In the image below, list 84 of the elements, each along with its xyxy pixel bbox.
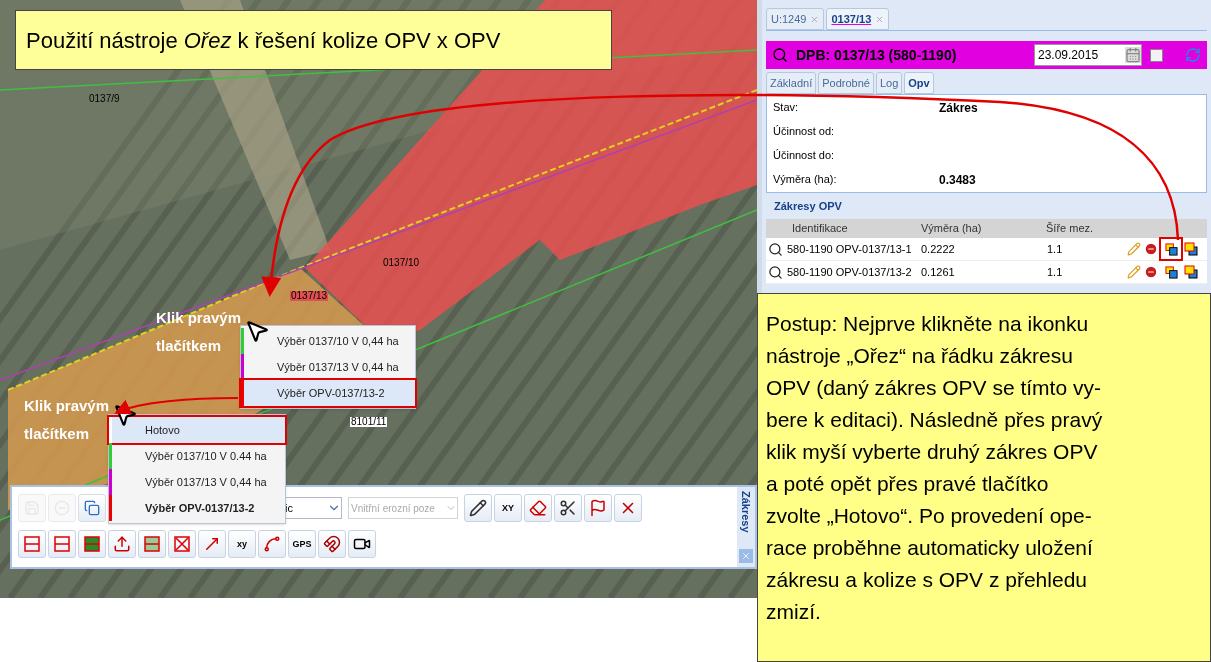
field-label: Výměra (ha): [773,172,838,188]
table-cell-text: 0.1261 [921,264,956,280]
date-field[interactable]: 23.09.2015 [1034,44,1142,66]
close-icon [741,551,751,561]
magnet-icon [323,535,341,553]
checkbox[interactable] [1150,48,1163,62]
crossed-square-icon [173,535,191,553]
detail-tab[interactable]: Opv [904,72,934,94]
annotation-text: Klik pravým tlačítkem [24,396,110,444]
field-label: Účinnost od: [773,124,836,140]
shape-x-tool-button[interactable] [168,530,196,558]
column-header: Šíře mez. [1046,221,1094,237]
column-header: Výměra (ha) [921,221,983,237]
curve-icon [263,535,281,553]
nodes-tool-button[interactable] [258,530,286,558]
arrow-icon [203,535,221,553]
delete-icon[interactable] [1144,242,1158,256]
polygon-icon [53,535,71,553]
polygon-icon [143,535,161,553]
zoom-icon[interactable] [768,241,783,257]
instruction-text: Postup: Nejprve klikněte na ikonku nástroje „Ořez“ na řádku zákresu OPV (daný zákres OPV se tímto vy- bere k editaci). Následně přes pravý klik myší vyberte druhý zákres OPV a poté opět přes pravé tlačítko zvolte „Hotovo“. Po provedení ope- race proběhne automaticky uložení zákresu a kolize s OPV z přehledu zmizí. [766,311,1104,625]
table-cell-text: 580-1190 OPV-0137/13-2 [787,264,913,280]
menu-item[interactable]: Výběr 0137/10 V 0.44 ha [109,443,285,469]
parcel-label: 0137/13 [290,291,329,301]
upload-icon [113,535,131,553]
delete-icon[interactable] [1144,265,1158,279]
parcel-label: 8101/11 [350,417,388,427]
menu-item[interactable]: Výběr 0137/10 V 0,44 ha [241,328,415,354]
eraser-icon [529,499,547,517]
overlap-squares-icon [1164,242,1178,256]
overlap-squares-icon [1164,265,1178,279]
table-cell-text: 580-1190 OPV-0137/13-1 [787,241,913,257]
detail-tab[interactable]: Základní [766,72,817,94]
callout-title: Použití nástroje Ořez k řešení kolize OPV x OPV [26,26,501,55]
menu-item[interactable]: Hotovo [109,417,285,443]
field-value: Zákres [939,99,978,117]
field-label: Účinnost do: [773,148,836,164]
polygon-icon [83,535,101,553]
search-icon[interactable] [772,47,788,63]
windows-button[interactable] [78,494,106,522]
gps-tool-button[interactable]: GPS [288,530,316,558]
field-label: Stav: [773,100,800,116]
cross-tool-button[interactable] [614,494,642,522]
pencil-icon [469,499,487,517]
scissors-icon [559,499,577,517]
merge-squares-icon[interactable] [1184,265,1198,279]
record-tab[interactable]: 0137/13 [826,8,890,30]
cut-tool-button[interactable] [1161,239,1181,259]
field-value: 0.3483 [939,171,976,189]
record-tab[interactable]: U:1249 [766,8,825,30]
table-cell-text: 1.1 [1047,264,1064,280]
magnet-tool-button[interactable] [318,530,346,558]
table-cell-text: 0.2222 [921,241,956,257]
scissors-flag-tool-button[interactable] [584,494,612,522]
pen-tool-button[interactable] [464,494,492,522]
section-header: Zákresy OPV [773,198,843,214]
zoom-icon[interactable] [768,264,783,280]
xy-tool-button[interactable]: xy [228,530,256,558]
menu-item[interactable]: Výběr OPV-0137/13-2 [241,380,415,406]
windows-icon [84,500,100,516]
polygon-icon [23,535,41,553]
scissors-tool-button[interactable] [554,494,582,522]
eraser-tool-button[interactable] [524,494,552,522]
menu-item[interactable]: Výběr 0137/13 V 0,44 ha [241,354,415,380]
table-cell-text: 1.1 [1047,241,1064,257]
parcel-label: 0137/9 [88,94,121,104]
merge-squares-icon[interactable] [1184,242,1198,256]
parcel-label: 0137/10 [382,258,421,268]
shape-hatch-tool-button[interactable] [138,530,166,558]
detail-tab[interactable]: Log [875,72,903,94]
shape-cut-tool-button[interactable] [18,530,46,558]
menu-item[interactable]: Výběr 0137/13 V 0,44 ha [109,469,285,495]
flag-icon [589,499,607,517]
shape-fill-tool-button[interactable] [78,530,106,558]
detail-tab[interactable]: Podrobné [818,72,874,94]
column-header: Identifikace [791,221,849,237]
camera-tool-button[interactable] [348,530,376,558]
arrow-tool-button[interactable] [198,530,226,558]
shape-s-tool-button[interactable] [48,530,76,558]
record-title: DPB: 0137/13 (580-1190) [796,45,958,65]
upload-tool-button[interactable] [108,530,136,558]
calendar-icon[interactable] [1125,47,1141,63]
xy-tool-button[interactable]: XY [494,494,522,522]
annotation-text: Klik pravým tlačítkem [156,308,242,356]
